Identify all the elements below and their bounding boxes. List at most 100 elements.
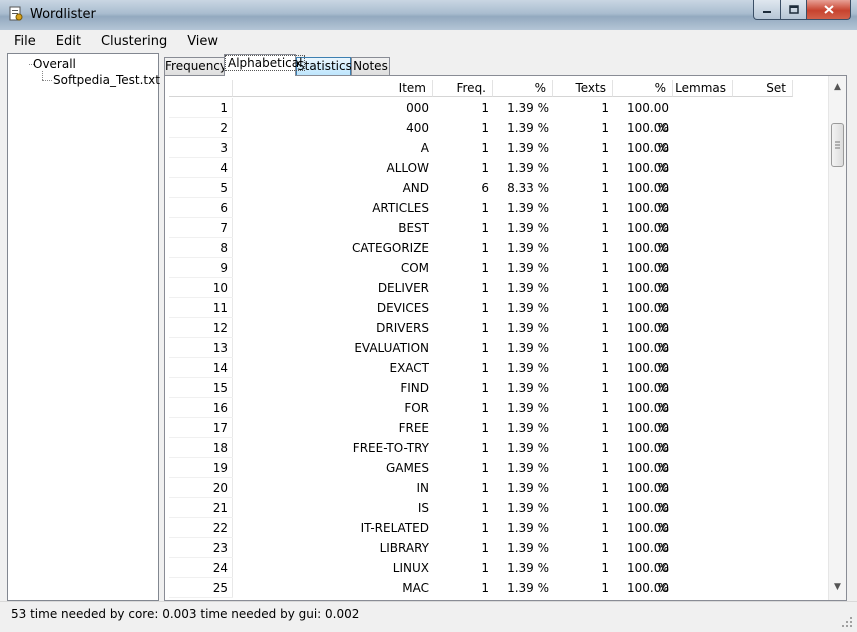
cell-texts: 1 (601, 201, 609, 215)
minimize-button[interactable] (753, 0, 781, 20)
table-row[interactable]: 2 400 1 1.39 % 1 100.00 % (169, 118, 827, 155)
table-row[interactable]: 20 IN 1 1.39 % 1 100.00 % (169, 478, 827, 515)
cell-texts-pct: 100.00 % (627, 181, 669, 215)
table-row[interactable]: 4 ALLOW 1 1.39 % 1 100.00 % (169, 158, 827, 195)
table-row[interactable]: 12 DRIVERS 1 1.39 % 1 100.00 % (169, 318, 827, 355)
table-row[interactable]: 19 GAMES 1 1.39 % 1 100.00 % (169, 458, 827, 495)
table-row[interactable]: 5 AND 6 8.33 % 1 100.00 % (169, 178, 827, 215)
row-number: 10 (169, 278, 233, 298)
cell-freq: 1 (481, 481, 489, 495)
header-texts-pct[interactable]: % (613, 80, 673, 97)
table-row[interactable]: 10 DELIVER 1 1.39 % 1 100.00 % (169, 278, 827, 315)
cell-texts: 1 (601, 241, 609, 255)
table-row[interactable]: 18 FREE-TO-TRY 1 1.39 % 1 100.00 % (169, 438, 827, 475)
row-number: 17 (169, 418, 233, 438)
cell-pct: 1.39 % (507, 241, 549, 255)
row-number: 25 (169, 578, 233, 598)
cell-pct: 1.39 % (507, 541, 549, 555)
table-row[interactable]: 15 FIND 1 1.39 % 1 100.00 % (169, 378, 827, 415)
row-number: 16 (169, 398, 233, 418)
maximize-button[interactable] (781, 0, 807, 20)
tab-label: Alphabetical (225, 55, 306, 71)
table-row[interactable]: 8 CATEGORIZE 1 1.39 % 1 100.00 % (169, 238, 827, 275)
table-row[interactable]: 13 EVALUATION 1 1.39 % 1 100.00 % (169, 338, 827, 375)
cell-pct: 1.39 % (507, 421, 549, 435)
cell-pct: 1.39 % (507, 141, 549, 155)
header-texts[interactable]: Texts (553, 80, 613, 97)
row-number: 18 (169, 438, 233, 458)
row-number: 6 (169, 198, 233, 218)
cell-texts: 1 (601, 341, 609, 355)
row-number: 1 (169, 98, 233, 118)
table-row[interactable]: 22 IT-RELATED 1 1.39 % 1 100.00 % (169, 518, 827, 555)
window-title: Wordlister (30, 7, 96, 22)
cell-freq: 1 (481, 281, 489, 295)
cell-pct: 1.39 % (507, 121, 549, 135)
menu-view[interactable]: View (179, 34, 226, 49)
tree-view[interactable]: Overall Softpedia_Test.txt (7, 53, 160, 601)
table-row[interactable]: 3 A 1 1.39 % 1 100.00 % (169, 138, 827, 175)
cell-pct: 1.39 % (507, 101, 549, 115)
menu-clustering[interactable]: Clustering (93, 34, 175, 49)
scroll-up-arrow[interactable]: ▲ (829, 79, 846, 96)
cell-texts: 1 (601, 321, 609, 335)
table-row[interactable]: 7 BEST 1 1.39 % 1 100.00 % (169, 218, 827, 255)
cell-texts: 1 (601, 561, 609, 575)
header-pct[interactable]: % (493, 80, 553, 97)
header-set[interactable]: Set (733, 80, 793, 97)
cell-freq: 6 (481, 181, 489, 195)
cell-pct: 1.39 % (507, 341, 549, 355)
cell-texts-pct: 100.00 % (627, 481, 669, 515)
header-freq[interactable]: Freq. (433, 80, 493, 97)
scroll-thumb[interactable] (831, 123, 844, 167)
tree-connector (42, 80, 52, 81)
table-row[interactable]: 25 MAC 1 1.39 % 1 100.00 % (169, 578, 827, 598)
header-item[interactable]: Item (233, 80, 433, 97)
cell-pct: 1.39 % (507, 521, 549, 535)
table-row[interactable]: 11 DEVICES 1 1.39 % 1 100.00 % (169, 298, 827, 335)
menu-edit[interactable]: Edit (48, 34, 89, 49)
cell-texts-pct: 100.00 % (627, 581, 669, 595)
resize-grip-icon[interactable] (841, 616, 853, 628)
app-icon (9, 6, 23, 21)
cell-texts-pct: 100.00 % (627, 261, 669, 295)
table-row[interactable]: 21 IS 1 1.39 % 1 100.00 % (169, 498, 827, 535)
cell-pct: 1.39 % (507, 221, 549, 235)
cell-item: EXACT (389, 361, 429, 375)
table-row[interactable]: 9 COM 1 1.39 % 1 100.00 % (169, 258, 827, 295)
table-row[interactable]: 23 LIBRARY 1 1.39 % 1 100.00 % (169, 538, 827, 575)
cell-item: GAMES (385, 461, 429, 475)
cell-item: FREE (398, 421, 429, 435)
table-row[interactable]: 1 000 1 1.39 % 1 100.00 % (169, 98, 827, 135)
cell-texts: 1 (601, 461, 609, 475)
word-table[interactable]: Item Freq. % Texts % Lemmas Set 1 000 1 1.3… (169, 80, 827, 600)
table-row[interactable]: 14 EXACT 1 1.39 % 1 100.00 % (169, 358, 827, 395)
table-row[interactable]: 24 LINUX 1 1.39 % 1 100.00 % (169, 558, 827, 595)
tab-alphabetical[interactable]: Alphabetical (224, 54, 306, 76)
cell-texts: 1 (601, 301, 609, 315)
cell-texts-pct: 100.00 % (627, 441, 669, 475)
table-row[interactable]: 17 FREE 1 1.39 % 1 100.00 % (169, 418, 827, 455)
tab-notes[interactable]: Notes (351, 57, 390, 75)
menu-file[interactable]: File (6, 34, 44, 49)
row-number: 12 (169, 318, 233, 338)
cell-freq: 1 (481, 361, 489, 375)
table-row[interactable]: 6 ARTICLES 1 1.39 % 1 100.00 % (169, 198, 827, 235)
tab-frequency[interactable]: Frequency (164, 57, 227, 75)
row-number: 3 (169, 138, 233, 158)
cell-pct: 1.39 % (507, 201, 549, 215)
table-row[interactable]: 16 FOR 1 1.39 % 1 100.00 % (169, 398, 827, 435)
row-number: 21 (169, 498, 233, 518)
cell-texts: 1 (601, 221, 609, 235)
cell-texts-pct: 100.00 % (627, 301, 669, 335)
cell-item: LIBRARY (379, 541, 429, 555)
tree-node-file[interactable]: Softpedia_Test.txt (53, 73, 160, 87)
tree-node-overall[interactable]: Overall (33, 57, 76, 71)
header-lemmas[interactable]: Lemmas (673, 80, 733, 97)
close-button[interactable] (807, 0, 851, 20)
vertical-scrollbar[interactable]: ▲ ▼ (828, 76, 846, 600)
cell-texts: 1 (601, 541, 609, 555)
cell-freq: 1 (481, 581, 489, 595)
scroll-down-arrow[interactable]: ▼ (829, 579, 846, 596)
cell-texts: 1 (601, 141, 609, 155)
